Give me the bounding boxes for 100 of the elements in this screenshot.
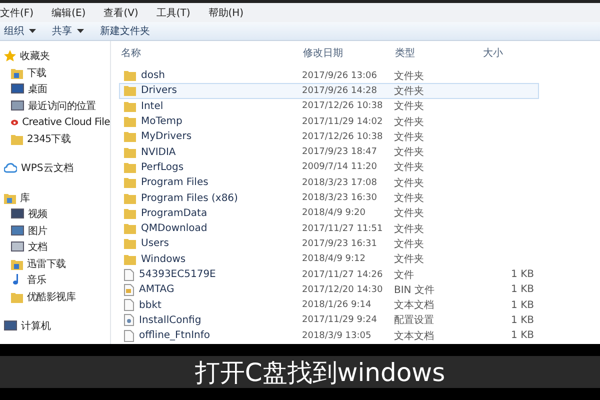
date-cell-text: 2017/9/23 18:47 (302, 147, 378, 158)
menu-item[interactable]: 帮助(H) (208, 6, 244, 20)
file-name: Program Files (141, 177, 208, 188)
file-name: NVIDIA (141, 146, 176, 158)
sidebar-item[interactable]: 文档 (0, 239, 110, 256)
type-cell-text: 文件夹 (394, 222, 425, 236)
sidebar-item[interactable]: WPS云文档 (0, 160, 110, 176)
file-row[interactable]: MyDrivers 2017/12/26 10:38 文件夹 (119, 129, 539, 144)
menu-item[interactable]: 工具(T) (156, 6, 190, 20)
file-row[interactable]: NVIDIA 2017/9/23 18:47 文件夹 (119, 144, 539, 160)
file-name: Drivers (141, 85, 177, 96)
file-icon (124, 299, 134, 312)
column-header[interactable]: 类型 (395, 46, 483, 60)
date-cell-text: 2018/4/9 9:20 (302, 208, 366, 218)
folder-icon (11, 132, 23, 145)
date-cell-text: 2009/7/14 11:20 (302, 162, 378, 172)
sidebar-item[interactable]: 收藏夹 (0, 48, 110, 64)
file-row[interactable]: Users 2017/9/23 16:31 文件夹 (119, 236, 539, 252)
folder-icon (124, 85, 136, 96)
file-name: dosh (141, 70, 166, 82)
file-name: PerfLogs (141, 162, 184, 173)
config-file-icon (124, 314, 134, 326)
folder-icon (124, 238, 136, 250)
toolbar-button[interactable]: 新建文件夹 (96, 24, 154, 38)
file-name: MoTemp (141, 116, 182, 128)
type-cell-text: 文件夹 (394, 252, 425, 266)
sidebar-item[interactable]: 计算机 (0, 318, 110, 334)
file-name: Users (141, 238, 170, 250)
type-cell-text: 文件夹 (394, 192, 425, 206)
sidebar-item[interactable]: 最近访问的位置 (0, 98, 110, 114)
date-cell-text: 2017/9/26 14:28 (302, 86, 378, 96)
sidebar-item[interactable]: 桌面 (0, 81, 110, 98)
file-row[interactable]: MoTemp 2017/11/29 14:02 文件夹 (119, 114, 539, 130)
type-cell-text: 文件夹 (394, 100, 425, 114)
menu-item[interactable]: 文件(F) (0, 6, 34, 20)
toolbar-button[interactable]: 共享 (48, 24, 88, 38)
date-cell-text: 2018/1/26 9:14 (302, 300, 372, 310)
file-row[interactable]: Intel 2017/12/26 10:38 文件夹 (119, 98, 539, 114)
type-cell-text: 文件 (394, 268, 415, 282)
sidebar-item[interactable]: 2345下载 (0, 130, 110, 147)
folder-icon (124, 254, 136, 265)
star-icon (4, 50, 16, 62)
sidebar-item[interactable]: 视频 (0, 206, 110, 222)
folder-icon (124, 177, 136, 188)
folder-icon (124, 192, 136, 204)
date-cell-text: 2018/3/23 17:08 (302, 178, 378, 188)
type-cell-text: 文件夹 (394, 238, 425, 251)
file-row[interactable]: AMTAG 2017/12/20 14:30 BIN 文件 1 KB (119, 282, 539, 298)
file-row[interactable]: Drivers 2017/9/26 14:28 文件夹 (119, 83, 539, 99)
file-name: ProgramData (141, 208, 208, 219)
folder-icon (124, 208, 136, 219)
file-row[interactable]: InstallConfig 2017/11/29 9:24 配置设置 1 KB (119, 312, 539, 328)
folder-icon (4, 192, 16, 204)
folder-icon (11, 290, 23, 303)
menu-item[interactable]: 查看(V) (104, 6, 138, 20)
sidebar-item[interactable]: 库 (0, 190, 110, 206)
size-cell-text: 1 KB (510, 300, 534, 311)
folder-icon (124, 162, 136, 173)
size-cell-text: 1 KB (510, 269, 534, 280)
file-row[interactable]: Program Files (x86) 2018/3/23 16:30 文件夹 (119, 190, 539, 206)
toolbar-button[interactable]: 组织 (0, 24, 40, 38)
column-header[interactable]: 修改日期 (303, 46, 395, 60)
file-row[interactable]: bbkt 2018/1/26 9:14 文本文档 1 KB (119, 297, 539, 313)
folder-icon (124, 131, 136, 142)
file-name: bbkt (139, 300, 162, 311)
file-icon (124, 330, 134, 342)
file-row[interactable]: PerfLogs 2009/7/14 11:20 文件夹 (119, 160, 539, 176)
sidebar-item[interactable]: Creative Cloud File (0, 114, 110, 130)
file-name: MyDrivers (141, 131, 192, 142)
size-cell-text: 1 KB (510, 284, 534, 296)
file-name: 54393EC5179E (139, 269, 216, 280)
file-row[interactable]: offline_FtnInfo 2018/3/9 13:05 文本文档 1 KB (119, 328, 539, 344)
sidebar-item[interactable]: 下载 (0, 64, 110, 81)
cloud-icon (4, 163, 17, 174)
monitor-icon (11, 83, 24, 96)
sidebar-item[interactable]: 优酷影视库 (0, 288, 110, 305)
file-row[interactable]: Program Files 2018/3/23 17:08 文件夹 (119, 175, 539, 190)
type-cell-text: 文件夹 (394, 146, 425, 160)
file-icon (124, 268, 134, 280)
sidebar-item[interactable]: 迅雷下载 (0, 256, 110, 272)
file-row[interactable]: Windows 2018/4/9 9:12 文件夹 (119, 252, 539, 267)
folder-icon (11, 258, 23, 270)
size-cell-text: 1 KB (510, 330, 534, 342)
computer-icon (4, 320, 17, 332)
column-header[interactable]: 名称 (119, 46, 303, 60)
date-cell-text: 2018/3/23 16:30 (302, 193, 378, 204)
column-header[interactable]: 大小 (483, 46, 503, 60)
file-name: Program Files (x86) (141, 192, 238, 204)
sidebar-item[interactable]: 图片 (0, 222, 110, 239)
menu-item[interactable]: 编辑(E) (52, 6, 86, 20)
type-cell-text: 文件夹 (394, 116, 425, 129)
type-cell-text: 配置设置 (394, 314, 435, 328)
file-row[interactable]: 54393EC5179E 2017/11/27 14:26 文件 1 KB (119, 266, 539, 282)
file-row[interactable]: dosh 2017/9/26 13:06 文件夹 (119, 68, 539, 84)
file-row[interactable]: ProgramData 2018/4/9 9:20 文件夹 (119, 206, 539, 221)
file-name: offline_FtnInfo (139, 330, 210, 342)
file-row[interactable]: QMDownload 2017/11/27 11:51 文件夹 (119, 220, 539, 236)
sidebar-item[interactable]: 音乐 (0, 272, 110, 288)
type-cell-text: 文本文档 (394, 330, 435, 343)
file-name: InstallConfig (139, 314, 202, 326)
